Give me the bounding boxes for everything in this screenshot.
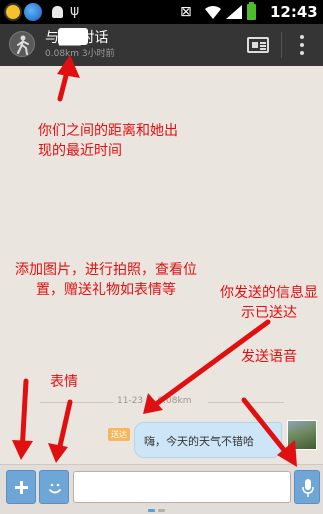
contact-avatar[interactable]: [9, 31, 35, 57]
annotation-sent: 你发送的信息显示已送达: [220, 285, 318, 321]
walking-person-icon: [17, 35, 29, 55]
microphone-icon: [302, 479, 314, 497]
clock-time: 12:43: [270, 3, 318, 21]
wifi-icon: [205, 5, 221, 19]
clock-app-icon: [4, 3, 22, 21]
status-bar: ψ ⊠ 12:43: [0, 0, 323, 24]
delivered-badge: 送达: [108, 428, 130, 441]
voice-button[interactable]: [294, 470, 320, 504]
input-bar: [0, 464, 323, 514]
arrow-to-plus-button: [19, 378, 29, 455]
battery-icon: [247, 2, 256, 20]
emoji-button[interactable]: [39, 470, 69, 504]
annotation-attach: 添加图片，进行拍照，查看位置，赠送礼物如表情等: [15, 262, 197, 298]
usb-icon: ψ: [70, 3, 80, 19]
time-divider-text: 11-23 ... 0.08km: [117, 396, 192, 406]
time-divider-line-right: [208, 402, 284, 403]
annotation-voice: 发送语音: [241, 349, 297, 365]
annotation-emoji: 表情: [50, 374, 78, 390]
profile-card-button[interactable]: [235, 24, 281, 66]
distance-time-subtitle: 0.08km 3小时前: [45, 49, 115, 59]
chat-header: 与██对话 0.08km 3小时前: [0, 24, 323, 66]
name-redaction: [58, 28, 88, 45]
message-input[interactable]: [73, 471, 291, 503]
message-text: 嗨，今天的天气不错哈: [144, 435, 254, 448]
browser-globe-icon: [24, 3, 42, 21]
android-icon: [52, 6, 63, 18]
smiley-icon: [49, 483, 61, 494]
silent-icon: ⊠: [180, 4, 192, 20]
profile-card-icon: [247, 37, 269, 53]
message-bubble[interactable]: 嗨，今天的天气不错哈: [134, 422, 282, 458]
arrow-to-emoji-button: [55, 399, 73, 458]
signal-icon: [226, 5, 242, 19]
my-avatar[interactable]: [287, 420, 317, 450]
annotation-distance: 你们之间的距离和她出现的最近时间: [38, 123, 178, 159]
more-menu-button[interactable]: [284, 24, 320, 66]
page-indicator: [148, 509, 176, 512]
attach-plus-button[interactable]: [6, 470, 36, 504]
time-divider-line-left: [40, 402, 114, 403]
header-divider: [281, 32, 282, 58]
